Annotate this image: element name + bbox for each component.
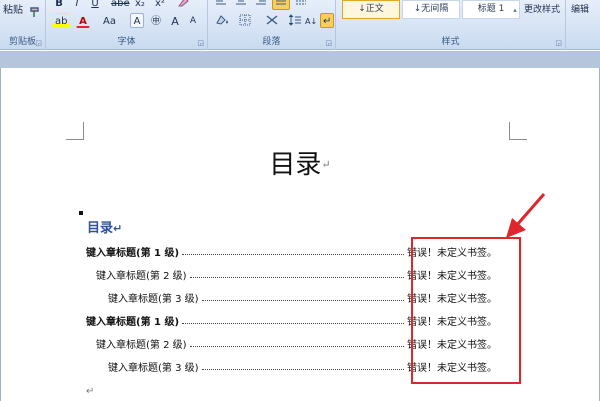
annotation-arrow-icon <box>506 193 546 238</box>
